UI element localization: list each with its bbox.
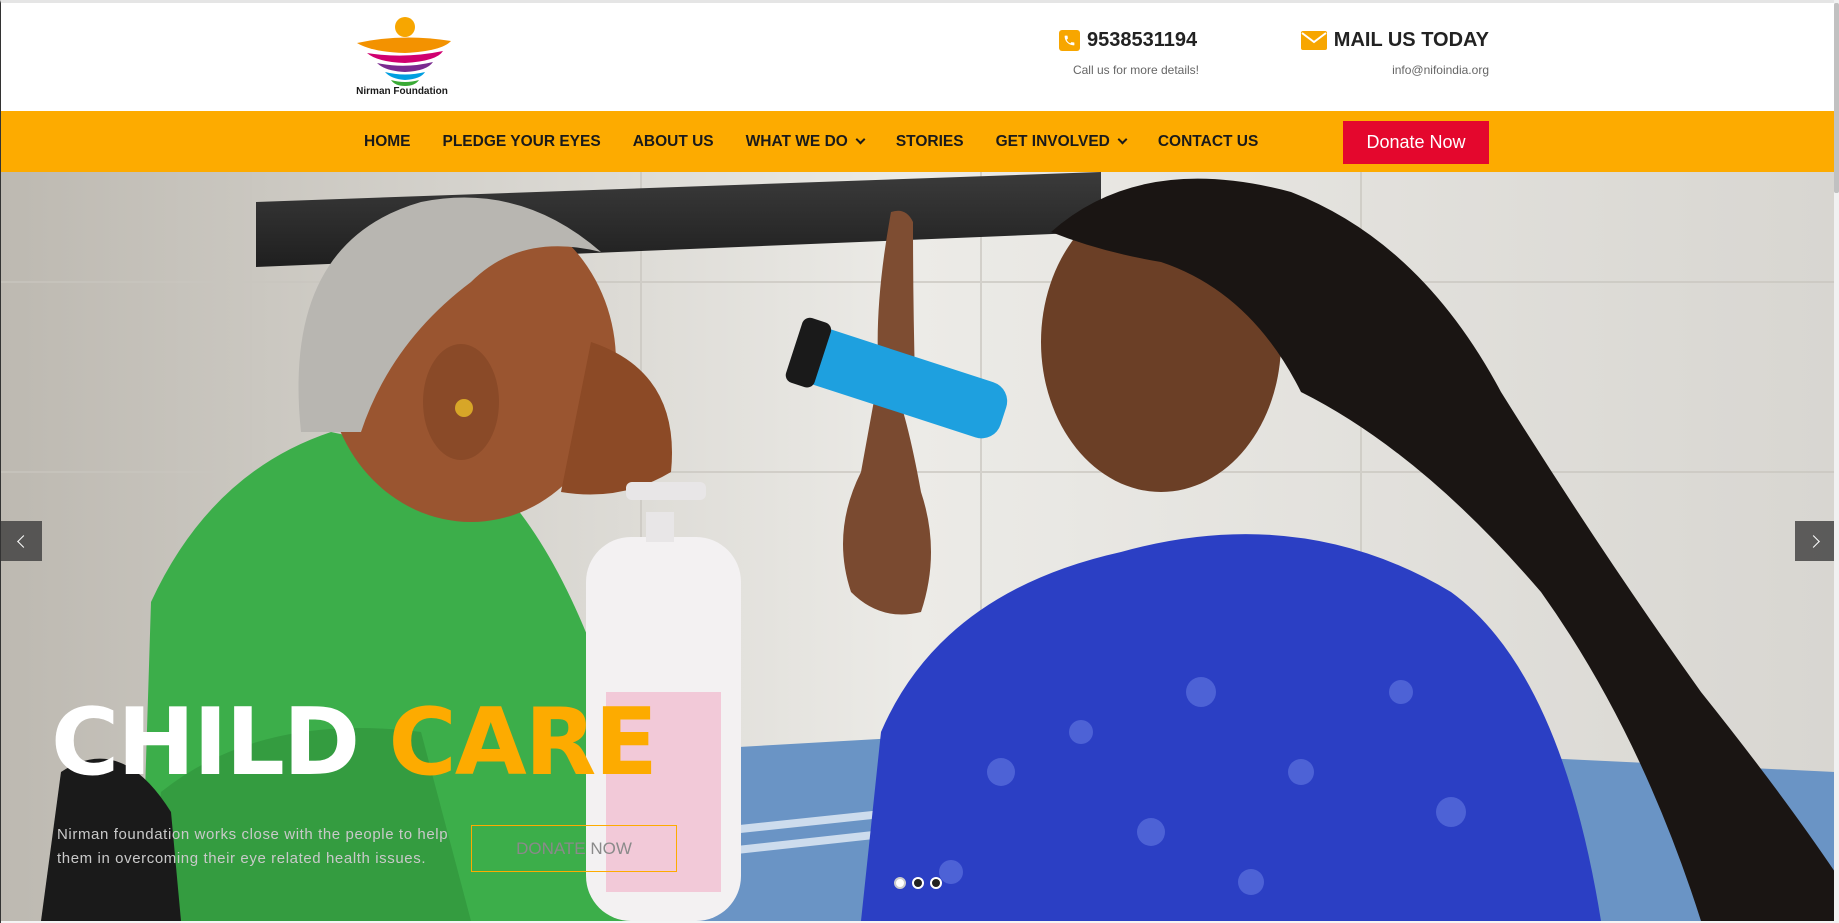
page-scrollbar[interactable] bbox=[1834, 0, 1839, 923]
nav-item-home[interactable]: HOME bbox=[348, 111, 427, 172]
nav-item-what-we-do[interactable]: WHAT WE DO bbox=[730, 111, 880, 172]
scrollbar-thumb[interactable] bbox=[1834, 3, 1839, 193]
chevron-down-icon bbox=[855, 134, 866, 144]
nav-item-get-involved[interactable]: GET INVOLVED bbox=[980, 111, 1142, 172]
mail-label[interactable]: MAIL US TODAY bbox=[1334, 29, 1489, 52]
phone-contact: 9538531194 Call us for more details! bbox=[1059, 29, 1199, 77]
nav-item-label: GET INVOLVED bbox=[995, 132, 1110, 150]
slider-prev-button[interactable] bbox=[1, 521, 42, 561]
chevron-right-icon bbox=[1807, 534, 1820, 548]
mail-address[interactable]: info@nifoindia.org bbox=[1302, 63, 1489, 77]
donate-now-button[interactable]: Donate Now bbox=[1343, 121, 1489, 164]
page: Nirman Foundation 9538531194 Call us for… bbox=[0, 0, 1839, 923]
slider-dots bbox=[894, 877, 942, 889]
nav-item-about-us[interactable]: ABOUT US bbox=[617, 111, 730, 172]
slider-dot[interactable] bbox=[894, 877, 906, 889]
slider-next-button[interactable] bbox=[1795, 521, 1835, 561]
chevron-down-icon bbox=[1117, 134, 1128, 144]
site-header: Nirman Foundation 9538531194 Call us for… bbox=[1, 3, 1835, 111]
main-nav: HOME PLEDGE YOUR EYES ABOUT US WHAT WE DO ST… bbox=[1, 111, 1835, 172]
site-logo[interactable]: Nirman Foundation bbox=[347, 15, 457, 103]
hero-image bbox=[1, 172, 1835, 921]
slider-dot[interactable] bbox=[930, 877, 942, 889]
phone-number[interactable]: 9538531194 bbox=[1087, 29, 1197, 52]
hero-title-white: CHILD bbox=[51, 688, 360, 796]
chevron-left-icon bbox=[17, 534, 30, 548]
logo-lamp-icon bbox=[357, 17, 451, 86]
nav-item-label: PLEDGE YOUR EYES bbox=[442, 132, 601, 150]
hero-title: CHILD CARE bbox=[51, 696, 658, 789]
nav-item-pledge-your-eyes[interactable]: PLEDGE YOUR EYES bbox=[427, 111, 617, 172]
nav-item-label: ABOUT US bbox=[632, 132, 714, 150]
phone-icon bbox=[1059, 30, 1080, 51]
hero-title-orange: CARE bbox=[388, 688, 658, 796]
nav-item-stories[interactable]: STORIES bbox=[880, 111, 980, 172]
nav-item-label: CONTACT US bbox=[1157, 132, 1259, 150]
nav-menu: HOME PLEDGE YOUR EYES ABOUT US WHAT WE DO ST… bbox=[348, 111, 1274, 172]
hero-donate-button[interactable]: DONATE NOW bbox=[471, 825, 677, 872]
hero-description: Nirman foundation works close with the p… bbox=[57, 826, 449, 867]
nav-item-label: STORIES bbox=[895, 132, 964, 150]
nav-item-label: WHAT WE DO bbox=[745, 132, 848, 150]
mail-contact: MAIL US TODAY info@nifoindia.org bbox=[1300, 29, 1489, 77]
nav-item-contact-us[interactable]: CONTACT US bbox=[1142, 111, 1274, 172]
logo-caption: Nirman Foundation bbox=[356, 86, 448, 97]
nav-item-label: HOME bbox=[364, 132, 411, 150]
envelope-icon bbox=[1300, 31, 1327, 50]
hero-slider: CHILD CARE Nirman foundation works close… bbox=[1, 172, 1835, 921]
slider-dot[interactable] bbox=[912, 877, 924, 889]
phone-subtext: Call us for more details! bbox=[1072, 63, 1199, 77]
